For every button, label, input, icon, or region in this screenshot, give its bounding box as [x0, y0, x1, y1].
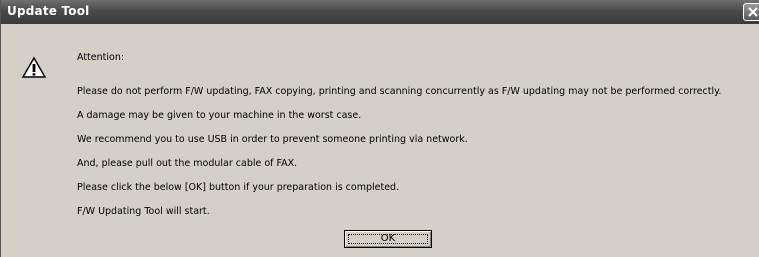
message-line: And, please pull out the modular cable o… [77, 158, 298, 169]
ok-button-label: OK [380, 233, 396, 244]
close-icon [748, 7, 758, 17]
message-line: A damage may be given to your machine in… [77, 110, 362, 121]
message-line: Please click the below [OK] button if yo… [77, 182, 400, 193]
title-bar[interactable]: Update Tool [1, 0, 759, 24]
message-line: Please do not perform F/W updating, FAX … [77, 86, 722, 97]
warning-icon [21, 56, 47, 78]
close-button[interactable] [743, 3, 759, 21]
window-title: Update Tool [7, 4, 90, 18]
dialog-window: Update Tool Attention: Please do not per… [0, 0, 759, 257]
message-line: We recommend you to use USB in order to … [77, 134, 468, 145]
attention-label: Attention: [77, 52, 125, 63]
message-line: F/W Updating Tool will start. [77, 206, 210, 217]
ok-button[interactable]: OK [344, 230, 432, 248]
